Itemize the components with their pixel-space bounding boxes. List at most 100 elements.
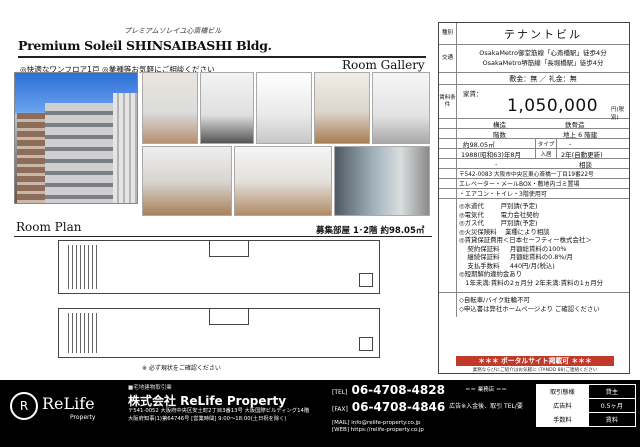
gallery-photo-room-1 bbox=[142, 146, 232, 216]
utility-line: ◎水道代 戸別請(予定) bbox=[459, 202, 538, 210]
rent-value: 1,050,000 bbox=[507, 96, 599, 116]
building-facade bbox=[45, 103, 115, 203]
terms-row: 手数料 賃料 bbox=[536, 412, 637, 427]
address-line: 〒541-0052 大阪府中央区安土町2丁目3番13号 大阪国際ビルディング14… bbox=[128, 408, 310, 414]
note-line: ◇自転車/バイク駐輪不可 bbox=[459, 296, 530, 304]
facilities-side bbox=[439, 179, 457, 188]
row-deposit: 敷金：無 ／ 礼金：無 bbox=[439, 73, 629, 85]
contact-links: [MAIL] info@relife-property.co.jp [WEB] … bbox=[332, 420, 424, 435]
gallery-photo-toilet bbox=[200, 72, 254, 144]
row-equipment: ・エアコン・トイレ・3階使用可 bbox=[439, 189, 629, 199]
parking-right: 相談 bbox=[579, 160, 592, 169]
building-title: Premium Soleil SHINSAIBASHI Bldg. bbox=[18, 38, 272, 53]
address-side bbox=[439, 169, 457, 178]
terms-value: 0.5ヶ月 bbox=[587, 398, 637, 413]
deposit-label bbox=[439, 73, 457, 84]
utility-line: ◎ガス代 戸別請(予定) bbox=[459, 219, 538, 228]
utilities-list: ◎水道代 戸別請(予定) ◎電気代 電力会社契約 ◎ガス代 戸別請(予定) ◎火… bbox=[459, 202, 603, 287]
row-area: 約98.05㎡ タイプ - bbox=[439, 139, 629, 149]
terms-table: 取引態様 貸主 広告料 0.5ヶ月 手数料 賃料 bbox=[536, 384, 637, 427]
floor-plan-2f bbox=[58, 308, 380, 358]
floors-label: 階数 bbox=[493, 130, 506, 139]
terms-value: 貸主 bbox=[587, 384, 637, 399]
utilities-side bbox=[439, 199, 457, 292]
built-value: 1988(昭和63)年8月 bbox=[461, 150, 522, 159]
tel-number[interactable]: [TEL] 06-4708-4828 bbox=[332, 383, 445, 397]
plan-divider bbox=[14, 236, 432, 237]
utility-line: ◎電気代 電力会社契約 bbox=[459, 210, 539, 219]
plan-scope: 募集部屋 1･2階 約98.05㎡ bbox=[316, 226, 425, 236]
terms-value: 賃料 bbox=[587, 412, 637, 427]
area-type-label: タイプ bbox=[535, 139, 557, 148]
row-parking: - 相談 bbox=[439, 159, 629, 169]
structure-side bbox=[439, 119, 457, 128]
movein-value: 2年(自動更新) bbox=[561, 150, 603, 159]
license-line: 大阪府知事(1)第64746号 [営業時間] 9:00〜18:00(土日祝を除く… bbox=[128, 415, 287, 422]
logo-subtext: Property bbox=[70, 414, 96, 421]
logo-text: ReLife bbox=[42, 394, 95, 413]
utility-line: 契約保証料 月額総賃料の100% bbox=[459, 244, 567, 253]
address-value: 〒542-0083 大阪市中央区東心斎橋一丁目19番22号 bbox=[459, 172, 594, 178]
portal-subtext: 業務ならびにご紹介はお気軽に (TANDD 88)ご連絡ください bbox=[472, 368, 598, 373]
property-info-table: 種別 テナントビル 交通 OsakaMetro御堂筋線「心斎橋駅」徒歩4分 Os… bbox=[438, 22, 630, 374]
gallery-photo-storefront bbox=[334, 146, 430, 216]
equipment-side bbox=[439, 189, 457, 198]
terms-row: 取引態様 貸主 bbox=[536, 384, 637, 399]
gallery-photo-entrance bbox=[372, 72, 430, 144]
facilities-value: エレベーター・メールBOX・敷地内ゴミ置場 bbox=[459, 181, 580, 188]
row-utilities: ◎水道代 戸別請(予定) ◎電気代 電力会社契約 ◎ガス代 戸別請(予定) ◎火… bbox=[439, 199, 629, 293]
deposit-value: 敷金：無 ／ 礼金：無 bbox=[509, 74, 577, 83]
utility-line: ◎短期解約違約金あり bbox=[459, 270, 523, 279]
neighbor-building bbox=[17, 113, 45, 203]
row-address: 〒542-0083 大阪市中央区東心斎橋一丁目19番22号 bbox=[439, 169, 629, 179]
parking-value: - bbox=[495, 159, 498, 168]
structure-value: 鉄骨造 bbox=[565, 120, 585, 129]
web-link[interactable]: [WEB] https://relife-property.co.jp bbox=[332, 427, 424, 434]
fax-number: [FAX] 06-4708-4846 bbox=[332, 400, 445, 414]
row-built: 1988(昭和63)年8月 入居 2年(自動更新) bbox=[439, 149, 629, 159]
gallery-photo-hall bbox=[314, 72, 370, 144]
fax-value: 06-4708-4846 bbox=[351, 400, 446, 414]
built-side bbox=[439, 149, 457, 158]
terms-key: 手数料 bbox=[536, 412, 589, 427]
traffic-line-2: OsakaMetro堺筋線「長堀橋駅」徒歩4分 bbox=[482, 58, 604, 67]
utility-line: 継続保証料 月額総賃料の0.8%/月 bbox=[459, 253, 573, 262]
parking-side bbox=[439, 159, 457, 168]
terms-key: 広告料 bbox=[536, 398, 589, 413]
gallery-photo-room-2 bbox=[234, 146, 332, 216]
mail-link[interactable]: [MAIL] info@relife-property.co.jp bbox=[332, 420, 424, 427]
corner-room-2f bbox=[359, 337, 373, 351]
stairs-1f bbox=[65, 245, 97, 289]
title-script: プレミアムソレイユ心斎橋ビル bbox=[124, 27, 222, 35]
plan-title: Room Plan bbox=[16, 220, 82, 234]
neighbor-building-right bbox=[113, 93, 137, 203]
company-footer: R ReLife Property ■宅地建物取引業 株式会社 ReLife P… bbox=[0, 380, 640, 447]
notes-list: ◇自転車/バイク駐輪不可 ◇申込書は弊社ホームページより ご確認ください bbox=[459, 296, 600, 313]
corner-room-1f bbox=[359, 273, 373, 287]
row-facilities: エレベーター・メールBOX・敷地内ゴミ置場 bbox=[439, 179, 629, 189]
row-structure: 構造 鉄骨造 bbox=[439, 119, 629, 129]
utility-line: 支払手数料 440円/月(税込) bbox=[459, 261, 555, 270]
rent-side-label: 賃料条件 bbox=[439, 85, 457, 118]
type-label: 種別 bbox=[439, 23, 457, 44]
type-value: テナントビル bbox=[504, 27, 582, 41]
floors-side bbox=[439, 129, 457, 138]
traffic-values: OsakaMetro御堂筋線「心斎橋駅」徒歩4分 OsakaMetro堺筋線「長… bbox=[459, 45, 627, 72]
portal-banner: ＊＊＊ ポータルサイト掲載可 ＊＊＊ bbox=[456, 356, 614, 366]
relife-logo-icon: R bbox=[10, 392, 38, 420]
company-name: 株式会社 ReLife Property bbox=[128, 394, 287, 408]
area-side bbox=[439, 139, 457, 148]
row-floors: 階数 地上 6 階建 bbox=[439, 129, 629, 139]
stairs-2f bbox=[65, 313, 97, 353]
core-2f bbox=[209, 309, 249, 325]
rent-label: 家賃： bbox=[463, 90, 483, 98]
utility-line: ◎賃貸保証費用＜日本セーフティー株式会社＞ bbox=[459, 236, 592, 245]
movein-label: 入居 bbox=[535, 149, 557, 158]
equipment-value: ・エアコン・トイレ・3階使用可 bbox=[459, 191, 547, 198]
plan-note: ※ 必ず現状をご確認ください bbox=[142, 365, 221, 372]
floor-plan-1f bbox=[58, 240, 380, 294]
gallery-title: Room Gallery bbox=[342, 58, 425, 72]
traffic-label: 交通 bbox=[439, 45, 457, 72]
tel-value: 06-4708-4828 bbox=[351, 383, 445, 397]
traffic-line-1: OsakaMetro御堂筋線「心斎橋駅」徒歩4分 bbox=[479, 49, 607, 58]
